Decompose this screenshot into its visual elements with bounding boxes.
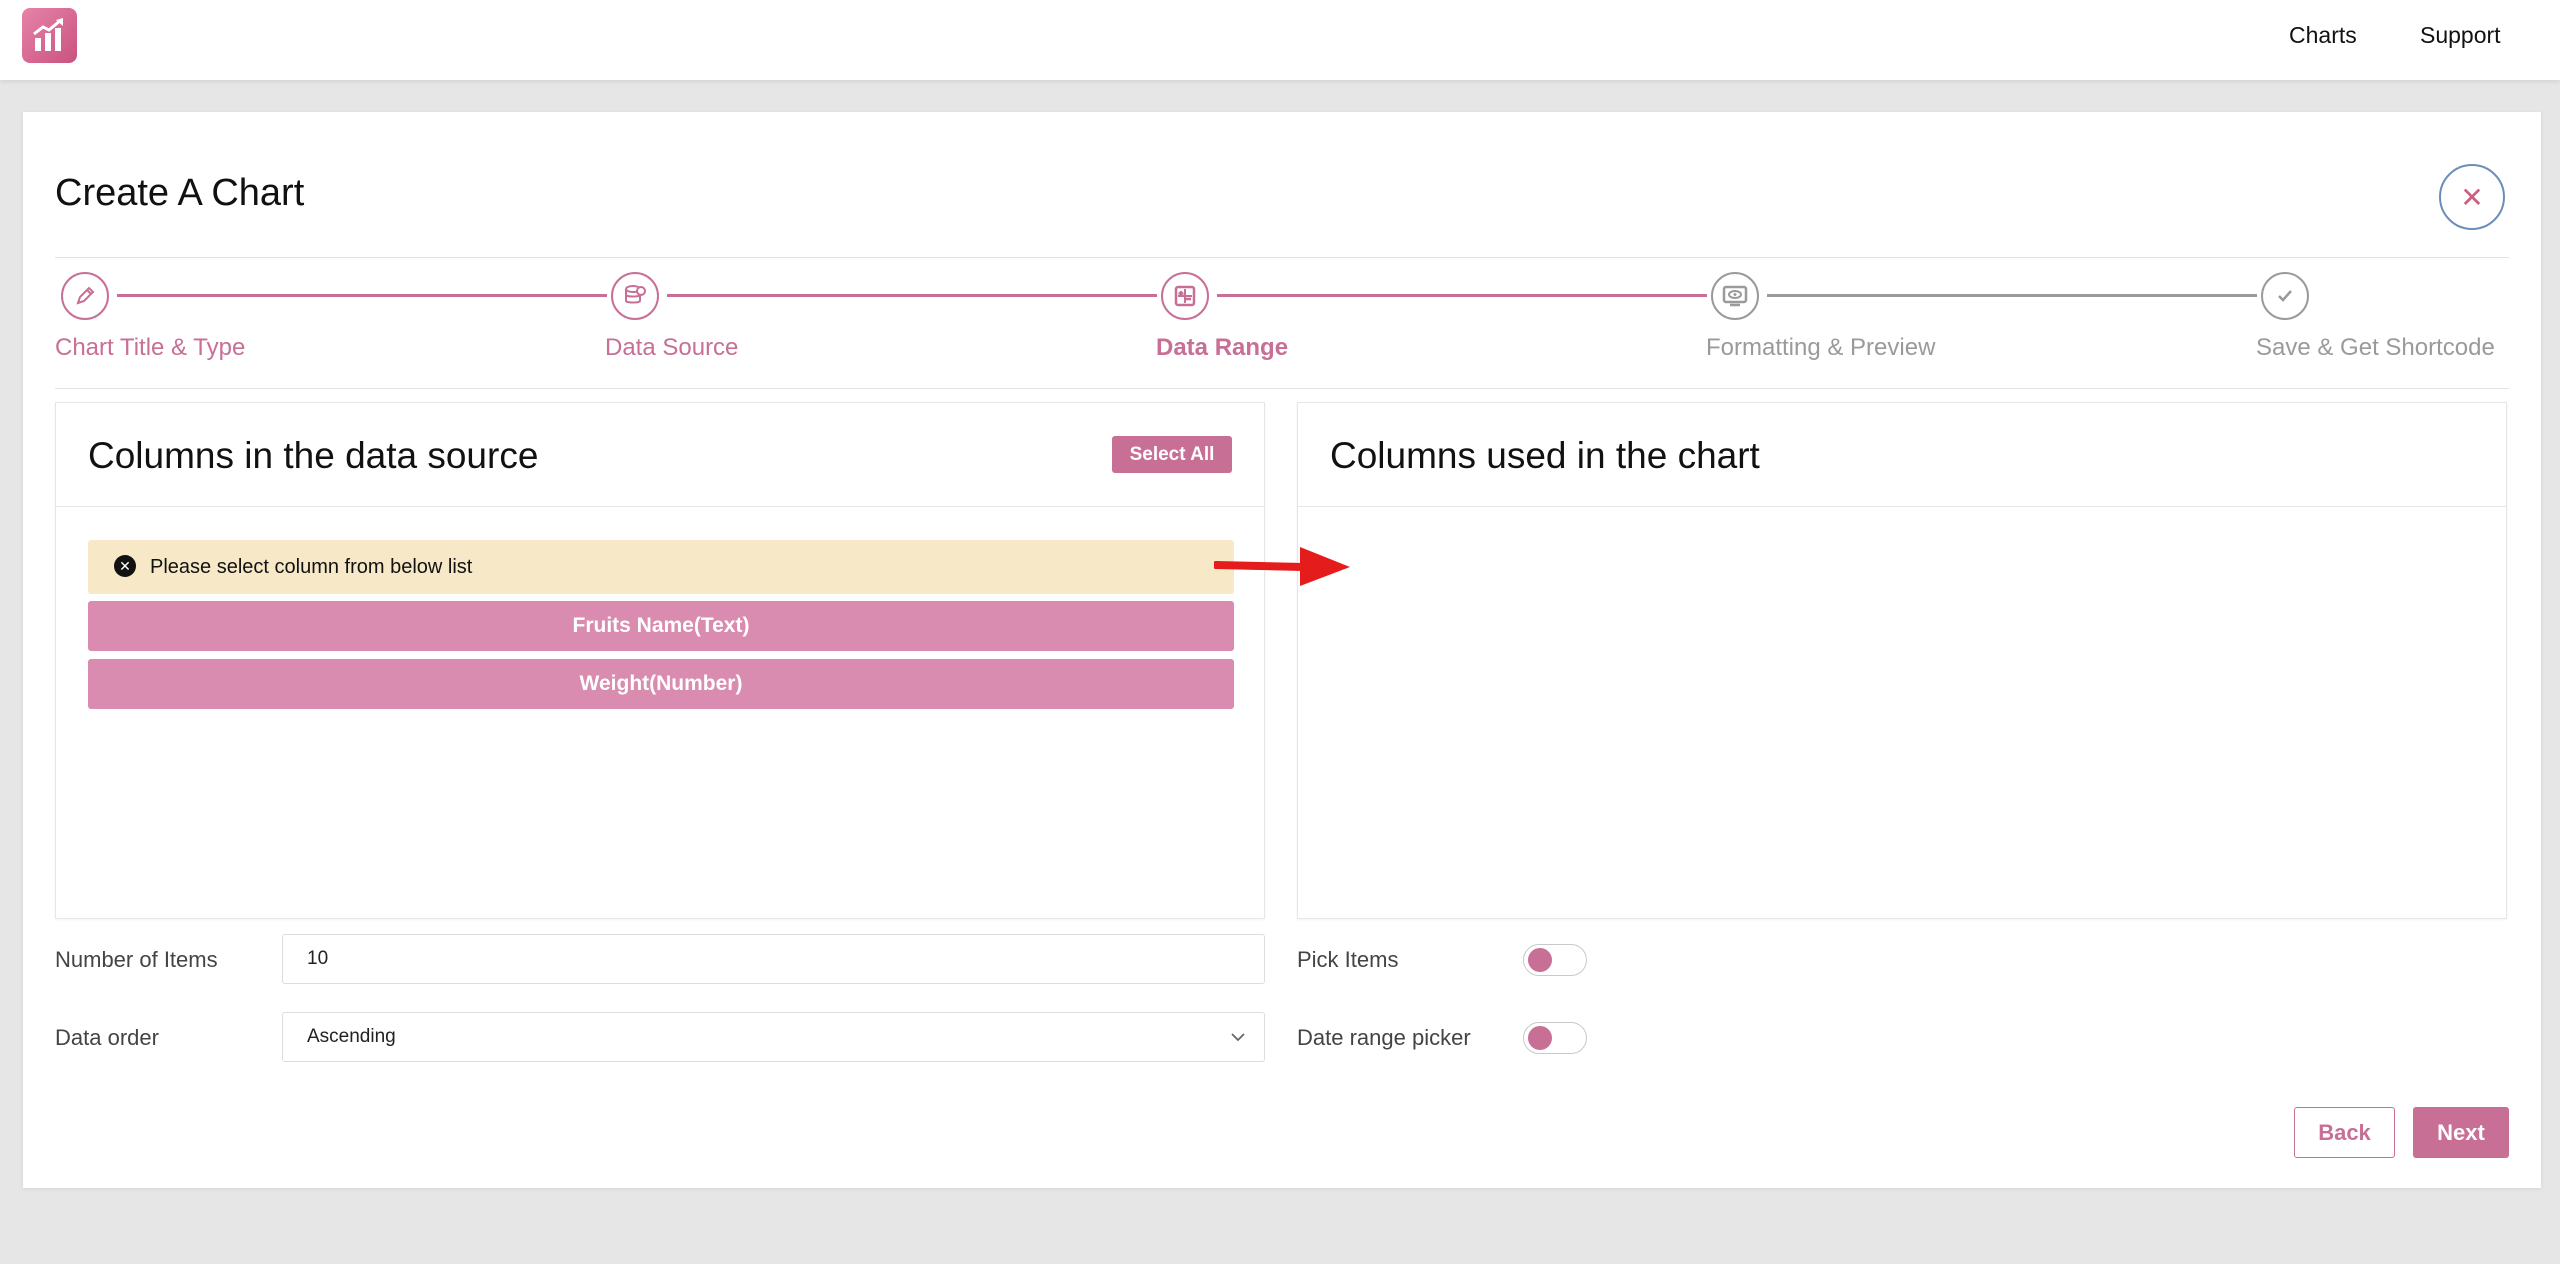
back-button[interactable]: Back: [2294, 1107, 2395, 1158]
step-label-data-source[interactable]: Data Source: [605, 334, 738, 362]
close-button[interactable]: ✕: [2439, 164, 2505, 230]
range-icon: [1174, 285, 1196, 307]
source-column-item[interactable]: Weight(Number): [88, 659, 1234, 709]
source-panel-header: Columns in the data source Select All: [56, 403, 1264, 507]
step-connector-1: [117, 294, 607, 297]
step-formatting-preview[interactable]: [1711, 272, 1759, 320]
chart-panel-header: Columns used in the chart: [1298, 403, 2506, 507]
chevron-down-icon: [1231, 1033, 1245, 1042]
chart-panel-title: Columns used in the chart: [1330, 435, 1760, 476]
step-data-source[interactable]: [611, 272, 659, 320]
select-all-button[interactable]: Select All: [1112, 436, 1232, 473]
number-of-items-label: Number of Items: [55, 947, 218, 972]
number-of-items-value: 10: [307, 948, 329, 969]
pick-items-label: Pick Items: [1297, 947, 1399, 972]
app-logo[interactable]: [22, 8, 77, 63]
date-range-picker-label: Date range picker: [1297, 1025, 1471, 1050]
step-label-data-range[interactable]: Data Range: [1156, 334, 1288, 362]
data-order-label: Data order: [55, 1025, 159, 1050]
title-divider: [55, 257, 2509, 258]
step-label-save-shortcode[interactable]: Save & Get Shortcode: [2256, 334, 2495, 362]
step-save-shortcode[interactable]: [2261, 272, 2309, 320]
date-range-picker-toggle[interactable]: [1523, 1022, 1587, 1054]
step-chart-title-type[interactable]: [61, 272, 109, 320]
chart-columns-panel: Columns used in the chart: [1297, 402, 2507, 919]
error-icon: ✕: [114, 555, 136, 577]
alert-message: Please select column from below list: [150, 556, 473, 578]
top-navbar: Charts Support: [0, 0, 2560, 80]
select-column-alert: ✕ Please select column from below list: [88, 540, 1234, 594]
bar-chart-trending-icon: [33, 18, 63, 51]
database-icon: [625, 285, 646, 304]
pencil-icon: [76, 286, 95, 305]
source-columns-panel: Columns in the data source Select All ✕ …: [55, 402, 1265, 919]
source-panel-title: Columns in the data source: [88, 435, 539, 476]
toggle-knob: [1528, 1026, 1552, 1050]
data-order-select[interactable]: Ascending: [282, 1012, 1265, 1062]
step-connector-4: [1767, 294, 2257, 297]
page-title: Create A Chart: [55, 172, 305, 214]
step-connector-3: [1217, 294, 1707, 297]
step-connector-2: [667, 294, 1157, 297]
number-of-items-input[interactable]: 10: [282, 934, 1265, 984]
check-icon: [2278, 290, 2292, 302]
pick-items-toggle[interactable]: [1523, 944, 1587, 976]
close-icon: ✕: [2460, 181, 2484, 213]
nav-charts-link[interactable]: Charts: [2289, 22, 2357, 49]
nav-support-link[interactable]: Support: [2420, 22, 2501, 49]
preview-icon: [1722, 285, 1748, 307]
step-label-chart-title-type[interactable]: Chart Title & Type: [55, 334, 245, 362]
source-column-item[interactable]: Fruits Name(Text): [88, 601, 1234, 651]
red-arrow-annotation: [1214, 547, 1350, 586]
stepper-divider: [55, 388, 2509, 389]
chart-columns-dropzone[interactable]: [1298, 507, 2506, 918]
toggle-knob: [1528, 948, 1552, 972]
step-label-formatting-preview[interactable]: Formatting & Preview: [1706, 334, 1935, 362]
step-data-range[interactable]: [1161, 272, 1209, 320]
next-button[interactable]: Next: [2413, 1107, 2509, 1158]
data-order-value: Ascending: [307, 1026, 396, 1047]
